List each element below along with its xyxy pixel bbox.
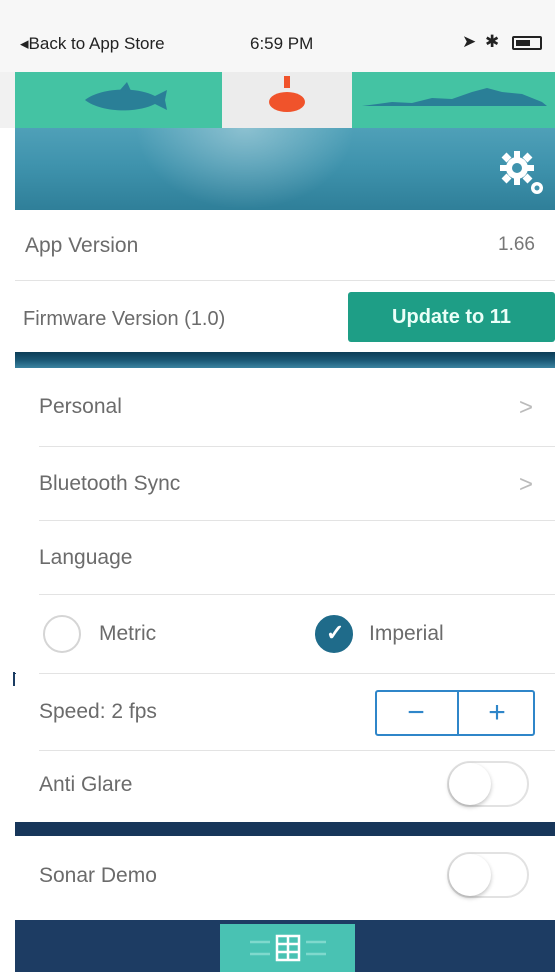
- chevron-right-icon: >: [518, 471, 533, 498]
- ocean-header: [15, 128, 555, 210]
- speed-label: Speed: 2 fps: [39, 700, 157, 723]
- bobber-icon: [269, 76, 305, 112]
- imperial-label: Imperial: [369, 622, 444, 645]
- metric-label: Metric: [99, 622, 157, 645]
- speed-increase-button[interactable]: +: [457, 692, 535, 734]
- settings-item-language[interactable]: Language: [15, 521, 555, 597]
- terrain-icon: [362, 88, 547, 106]
- units-selector: Metric Imperial: [15, 595, 555, 673]
- language-label: Language: [39, 546, 133, 569]
- divider: [15, 280, 555, 281]
- battery-icon: [512, 36, 542, 50]
- anti-glare-label: Anti Glare: [39, 773, 133, 796]
- metric-radio[interactable]: [43, 615, 81, 653]
- sonar-demo-label: Sonar Demo: [39, 864, 157, 887]
- app-version-value: 1.66: [498, 234, 535, 255]
- left-margin: [0, 72, 15, 972]
- bluetooth-sync-label: Bluetooth Sync: [39, 472, 181, 495]
- section-divider-band: [15, 352, 555, 368]
- speed-stepper: − +: [375, 690, 535, 736]
- chevron-right-icon: >: [518, 394, 533, 421]
- imperial-radio[interactable]: [315, 615, 353, 653]
- status-icons: ➤ ✱: [462, 32, 502, 51]
- back-to-app-store-link[interactable]: ◂Back to App Store: [20, 34, 165, 54]
- bottom-bar: [15, 920, 555, 972]
- status-time: 6:59 PM: [250, 34, 314, 53]
- tab-bobber[interactable]: [222, 72, 352, 128]
- fish-icon: [85, 82, 167, 111]
- mode-tabs: [0, 72, 555, 128]
- speed-row: Speed: 2 fps − +: [15, 674, 555, 750]
- update-firmware-button[interactable]: Update to 11: [348, 292, 555, 342]
- anti-glare-row: Anti Glare: [15, 751, 555, 821]
- firmware-version-label: Firmware Version (1.0): [23, 308, 226, 330]
- status-bar: ◂Back to App Store 6:59 PM ➤ ✱: [0, 0, 555, 72]
- gear-icon[interactable]: [495, 146, 551, 202]
- settings-item-bluetooth-sync[interactable]: Bluetooth Sync >: [15, 447, 555, 523]
- sonar-demo-row: Sonar Demo: [15, 836, 555, 918]
- grid-button[interactable]: [220, 924, 355, 972]
- app-version-label: App Version: [25, 234, 139, 257]
- settings-item-personal[interactable]: Personal >: [15, 370, 555, 446]
- tab-bottom-terrain[interactable]: [352, 72, 555, 128]
- speed-decrease-button[interactable]: −: [377, 692, 455, 734]
- sonar-demo-toggle[interactable]: [447, 852, 529, 898]
- app-version-row: App Version 1.66: [15, 212, 555, 278]
- grid-icon: [250, 934, 326, 962]
- anti-glare-toggle[interactable]: [447, 761, 529, 807]
- tab-fish[interactable]: [15, 72, 222, 128]
- firmware-row: Firmware Version (1.0) Update to 11: [15, 282, 555, 352]
- personal-label: Personal: [39, 395, 122, 418]
- section-divider-navy: [15, 822, 555, 836]
